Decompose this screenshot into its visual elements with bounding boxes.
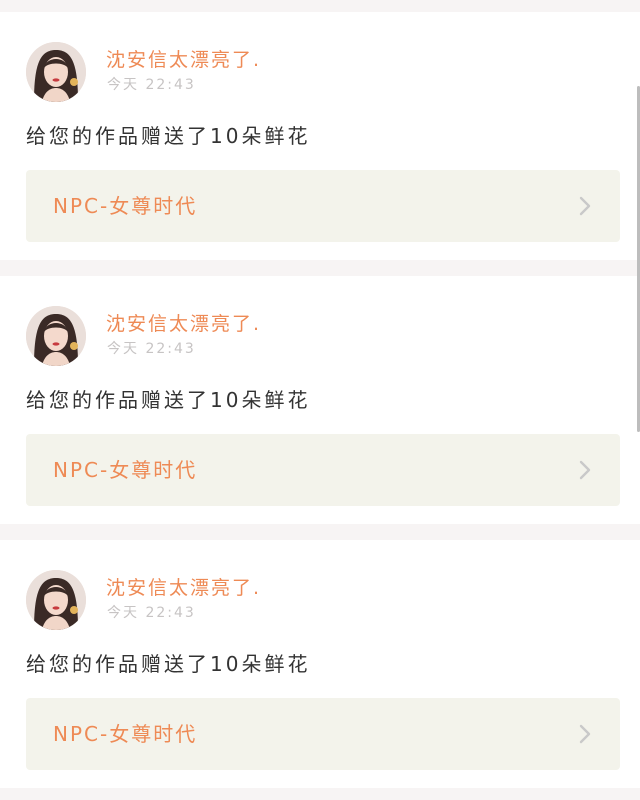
work-title: NPC-女尊时代 — [53, 722, 198, 746]
timestamp: 今天 22:43 — [107, 77, 196, 93]
user-avatar[interactable] — [26, 306, 86, 366]
work-link[interactable]: NPC-女尊时代 — [26, 434, 620, 506]
chevron-right-icon — [579, 724, 591, 744]
work-title: NPC-女尊时代 — [53, 458, 198, 482]
user-avatar[interactable] — [26, 570, 86, 630]
timestamp: 今天 22:43 — [107, 605, 196, 621]
timestamp: 今天 22:43 — [107, 341, 196, 357]
notification-message: 给您的作品赠送了10朵鲜花 — [26, 124, 311, 148]
notification-message: 给您的作品赠送了10朵鲜花 — [26, 388, 311, 412]
notification-card: 沈安信太漂亮了. 今天 22:43 给您的作品赠送了10朵鲜花 NPC-女尊时代 — [0, 12, 640, 260]
avatar-image — [26, 306, 86, 366]
user-avatar[interactable] — [26, 42, 86, 102]
work-link[interactable]: NPC-女尊时代 — [26, 170, 620, 242]
work-link[interactable]: NPC-女尊时代 — [26, 698, 620, 770]
avatar-image — [26, 42, 86, 102]
user-name[interactable]: 沈安信太漂亮了. — [106, 312, 261, 336]
user-name[interactable]: 沈安信太漂亮了. — [106, 48, 261, 72]
user-name[interactable]: 沈安信太漂亮了. — [106, 576, 261, 600]
avatar-image — [26, 570, 86, 630]
work-title: NPC-女尊时代 — [53, 194, 198, 218]
notification-feed: 沈安信太漂亮了. 今天 22:43 给您的作品赠送了10朵鲜花 NPC-女尊时代… — [0, 0, 640, 800]
chevron-right-icon — [579, 196, 591, 216]
notification-card: 沈安信太漂亮了. 今天 22:43 给您的作品赠送了10朵鲜花 NPC-女尊时代 — [0, 540, 640, 788]
notification-card: 沈安信太漂亮了. 今天 22:43 给您的作品赠送了10朵鲜花 NPC-女尊时代 — [0, 276, 640, 524]
notification-message: 给您的作品赠送了10朵鲜花 — [26, 652, 311, 676]
chevron-right-icon — [579, 460, 591, 480]
